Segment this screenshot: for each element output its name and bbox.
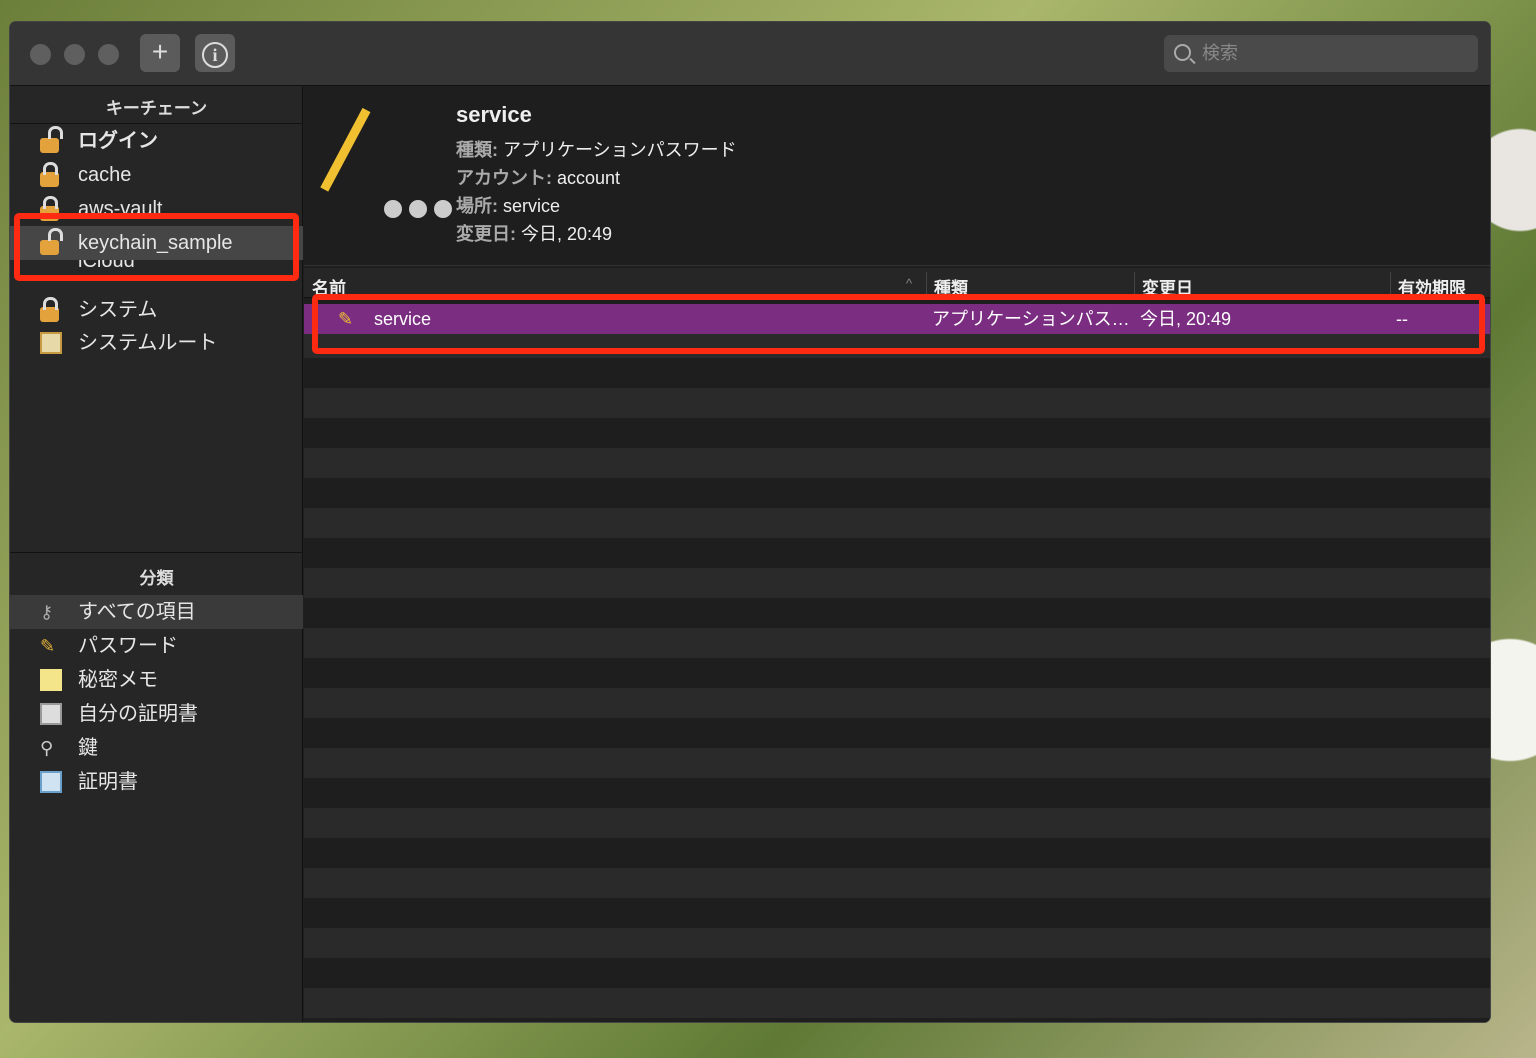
detail-modified: 変更日: 今日, 20:49 <box>456 220 612 246</box>
annotation-highlight-keychain <box>14 213 299 281</box>
annotation-highlight-row <box>312 294 1485 354</box>
label: cache <box>78 164 132 186</box>
close-button[interactable] <box>30 44 51 65</box>
modified-value: 今日, 20:49 <box>521 224 613 244</box>
category-header: 分類 <box>139 569 174 588</box>
search-placeholder: 検索 <box>1202 43 1238 63</box>
modified-label: 変更日: <box>456 224 516 244</box>
sidebar-item-all-items[interactable]: ⚷ すべての項目 <box>10 595 303 629</box>
label: ログイン <box>78 130 158 152</box>
account-value: account <box>557 168 621 188</box>
lock-open-icon <box>40 126 63 153</box>
detail-where: 場所: service <box>456 192 560 218</box>
sidebar-item-login[interactable]: ログイン <box>10 124 303 158</box>
search-input[interactable]: 検索 <box>1164 35 1478 72</box>
detail-kind: 種類: アプリケーションパスワード <box>456 136 737 162</box>
account-label: アカウント: <box>456 168 552 188</box>
info-icon: i <box>202 42 228 68</box>
certificate-icon <box>40 332 62 354</box>
zoom-button[interactable] <box>98 44 119 65</box>
label: 鍵 <box>78 737 98 759</box>
key-icon: ⚲ <box>40 738 54 758</box>
keychains-header: キーチェーン <box>105 99 208 118</box>
detail-account: アカウント: account <box>456 164 620 190</box>
lock-icon <box>40 297 59 322</box>
sidebar-item-passwords[interactable]: ✎ パスワード <box>10 629 303 663</box>
label: 自分の証明書 <box>78 703 198 725</box>
items-list: ✎ service アプリケーションパス… 今日, 20:49 -- <box>304 298 1490 1022</box>
label: システム <box>78 299 158 321</box>
sidebar-item-keys[interactable]: ⚲ 鍵 <box>10 731 303 765</box>
sidebar-item-system[interactable]: システム <box>10 293 303 327</box>
certificate-icon <box>40 703 62 725</box>
note-icon <box>40 669 62 691</box>
where-label: 場所: <box>456 196 498 216</box>
add-button[interactable]: + <box>140 34 180 72</box>
label: パスワード <box>78 635 178 657</box>
keychain-access-window: + i 検索 キーチェーン ログイン cache aws-vault iClou… <box>10 22 1490 1022</box>
lock-icon <box>40 162 59 187</box>
minimize-button[interactable] <box>64 44 85 65</box>
label: システムルート <box>78 332 218 354</box>
kind-value: アプリケーションパスワード <box>503 140 737 160</box>
kind-label: 種類: <box>456 140 498 160</box>
main-pane: service 種類: アプリケーションパスワード アカウント: account… <box>304 86 1490 1022</box>
sidebar-item-cache[interactable]: cache <box>10 158 303 192</box>
toolbar: + i 検索 <box>10 22 1490 86</box>
label: すべての項目 <box>78 601 196 623</box>
search-icon <box>1174 44 1191 61</box>
keys-icon: ⚷ <box>40 602 54 622</box>
item-detail: service 種類: アプリケーションパスワード アカウント: account… <box>304 86 1490 266</box>
sidebar-item-secure-notes[interactable]: 秘密メモ <box>10 663 303 697</box>
sidebar-item-certificates[interactable]: 証明書 <box>10 765 303 799</box>
info-button[interactable]: i <box>195 34 235 72</box>
sidebar-item-my-certificates[interactable]: 自分の証明書 <box>10 697 303 731</box>
password-pencil-icon <box>320 107 452 218</box>
pencil-icon: ✎ <box>40 636 56 656</box>
sidebar-item-system-roots[interactable]: システムルート <box>10 326 303 360</box>
sort-ascending-icon: ^ <box>906 276 913 291</box>
label: 秘密メモ <box>78 669 158 691</box>
label: 証明書 <box>78 771 138 793</box>
certificate-icon <box>40 771 62 793</box>
where-value: service <box>503 196 561 216</box>
detail-title: service <box>456 102 532 127</box>
